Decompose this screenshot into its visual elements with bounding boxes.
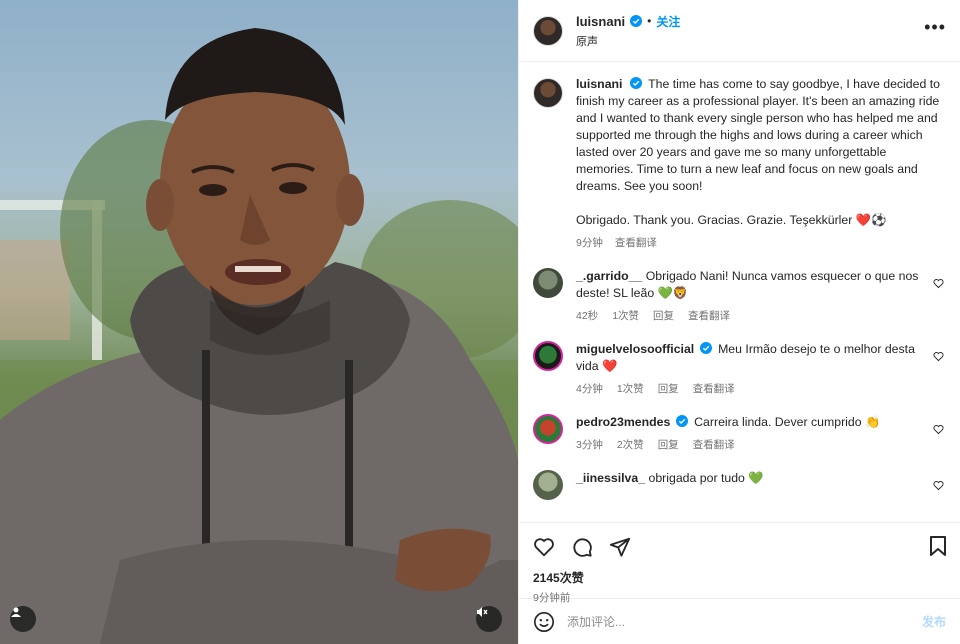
caption-text: The time has come to say goodbye, I have… <box>576 77 940 193</box>
comment-text: Carreira linda. Dever cumprido 👏 <box>694 415 881 429</box>
avatar[interactable] <box>533 470 563 500</box>
post-dialog: luisnani • 关注 原声 ••• luisnani The time h… <box>0 0 960 644</box>
separator-dot: • <box>647 14 652 28</box>
tagged-user-icon[interactable] <box>10 606 36 632</box>
share-icon[interactable] <box>609 536 631 558</box>
post-panel: luisnani • 关注 原声 ••• luisnani The time h… <box>518 0 960 644</box>
heart-icon[interactable] <box>533 536 555 558</box>
follow-button[interactable]: 关注 <box>656 13 680 30</box>
bookmark-icon[interactable] <box>928 535 948 557</box>
post-timestamp: 9分钟前 <box>533 592 571 604</box>
see-translation-link[interactable]: 查看翻译 <box>688 308 730 325</box>
post-comment-button[interactable]: 发布 <box>922 613 946 630</box>
comment-likes-count[interactable]: 1次赞 <box>617 381 644 398</box>
likes-count[interactable]: 2145次赞 <box>533 569 946 586</box>
caption-username[interactable]: luisnani <box>576 77 622 91</box>
comment-item: pedro23mendes Carreira linda. Dever cump… <box>533 414 946 454</box>
comment-likes-count[interactable]: 1次赞 <box>612 308 639 325</box>
comment-username[interactable]: pedro23mendes <box>576 415 670 429</box>
mute-icon[interactable] <box>476 606 502 632</box>
comment-username[interactable]: miguelvelosoofficial <box>576 342 694 356</box>
comment-like-icon[interactable] <box>933 351 944 362</box>
comment-username[interactable]: _.garrido__ <box>576 269 642 283</box>
see-translation-link[interactable]: 查看翻译 <box>615 235 657 252</box>
comment-username[interactable]: _iinessilva_ <box>576 471 645 485</box>
portrait-image <box>0 28 518 644</box>
verified-badge-icon <box>699 342 712 354</box>
comment-like-icon[interactable] <box>933 424 944 435</box>
avatar[interactable] <box>533 15 563 46</box>
author-username[interactable]: luisnani <box>576 14 625 29</box>
comment-likes-count[interactable]: 2次赞 <box>617 437 644 454</box>
comment-input[interactable] <box>567 614 922 629</box>
caption-timestamp: 9分钟 <box>576 237 603 249</box>
post-caption: luisnani The time has come to say goodby… <box>533 76 946 252</box>
reply-button[interactable]: 回复 <box>653 308 674 325</box>
comment-like-icon[interactable] <box>933 480 944 491</box>
reply-button[interactable]: 回复 <box>658 381 679 398</box>
caption-thanks: Obrigado. Thank you. Gracias. Grazie. Te… <box>576 213 887 227</box>
comment-text: obrigada por tudo 💚 <box>648 471 764 485</box>
post-header: luisnani • 关注 原声 ••• <box>519 0 960 62</box>
post-media[interactable] <box>0 0 518 644</box>
verified-badge-icon <box>629 77 642 89</box>
comment-timestamp: 3分钟 <box>576 439 603 451</box>
avatar[interactable] <box>533 268 563 298</box>
comment-icon[interactable] <box>571 536 593 558</box>
see-translation-link[interactable]: 查看翻译 <box>693 437 735 454</box>
more-options-icon[interactable]: ••• <box>924 18 946 36</box>
avatar[interactable] <box>533 341 563 371</box>
comment-item: _.garrido__ Obrigado Nani! Nunca vamos e… <box>533 268 946 325</box>
comment-timestamp: 42秒 <box>576 310 599 322</box>
verified-badge-icon <box>675 415 688 427</box>
reply-button[interactable]: 回复 <box>658 437 679 454</box>
original-audio-link[interactable]: 原声 <box>576 33 680 49</box>
see-translation-link[interactable]: 查看翻译 <box>693 381 735 398</box>
comment-timestamp: 4分钟 <box>576 383 603 395</box>
comment-item: _iinessilva_ obrigada por tudo 💚 <box>533 470 946 500</box>
verified-badge-icon <box>630 15 643 27</box>
comments-scroll[interactable]: luisnani The time has come to say goodby… <box>519 62 960 522</box>
comment-item: miguelvelosoofficial Meu Irmão desejo te… <box>533 341 946 398</box>
avatar[interactable] <box>533 414 563 444</box>
post-actions: 2145次赞 9分钟前 <box>519 522 960 604</box>
comment-like-icon[interactable] <box>933 278 944 289</box>
avatar[interactable] <box>533 78 563 108</box>
emoji-icon[interactable] <box>533 611 555 633</box>
